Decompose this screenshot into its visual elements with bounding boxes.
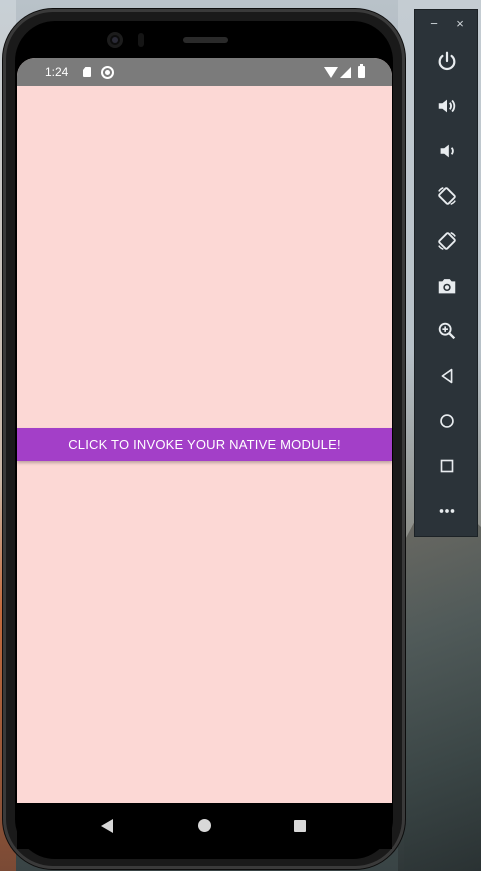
home-icon <box>440 414 454 428</box>
earpiece-speaker <box>183 37 228 43</box>
invoke-native-module-button[interactable]: CLICK TO INVOKE YOUR NATIVE MODULE! <box>17 428 392 461</box>
volume-down-button[interactable] <box>427 134 467 168</box>
volume-up-icon <box>438 99 456 113</box>
rotate-left-icon <box>438 187 456 205</box>
camera-lens <box>112 37 118 43</box>
zoom-icon <box>438 322 456 340</box>
screenshot-button[interactable] <box>427 269 467 303</box>
proximity-sensor <box>138 33 144 47</box>
power-icon <box>438 51 456 71</box>
rotate-right-icon <box>438 232 456 250</box>
status-bar: 1:24 <box>17 58 392 86</box>
sd-card-icon <box>83 67 91 77</box>
zoom-button[interactable] <box>427 314 467 348</box>
home-button[interactable] <box>427 404 467 438</box>
desktop-background-mountain <box>404 505 481 871</box>
overview-icon <box>440 459 454 473</box>
camera-icon <box>438 279 456 294</box>
status-time: 1:24 <box>45 65 69 79</box>
nav-home-icon[interactable] <box>198 819 211 832</box>
nav-back-icon[interactable] <box>101 819 113 833</box>
volume-down-icon <box>440 144 454 158</box>
more-icon <box>439 509 455 513</box>
power-button[interactable] <box>427 44 467 78</box>
app-screen: 1:24 CLICK TO INVOKE YOUR NATIVE MODULE! <box>17 58 392 803</box>
minimize-button[interactable]: − <box>427 17 441 31</box>
overview-button[interactable] <box>427 449 467 483</box>
battery-icon <box>358 64 365 78</box>
rotate-right-button[interactable] <box>427 224 467 258</box>
back-button[interactable] <box>427 359 467 393</box>
nav-recents-icon[interactable] <box>294 820 306 832</box>
more-button[interactable] <box>427 494 467 528</box>
rotate-left-button[interactable] <box>427 179 467 213</box>
navigation-bar <box>17 803 392 849</box>
signal-icon <box>340 67 351 78</box>
wifi-icon <box>324 67 338 78</box>
volume-up-button[interactable] <box>427 89 467 123</box>
sync-icon <box>101 66 114 79</box>
close-button[interactable]: × <box>453 17 467 31</box>
front-camera-icon <box>107 32 123 48</box>
back-icon <box>441 368 453 384</box>
emulator-toolbar: − × <box>414 9 478 537</box>
